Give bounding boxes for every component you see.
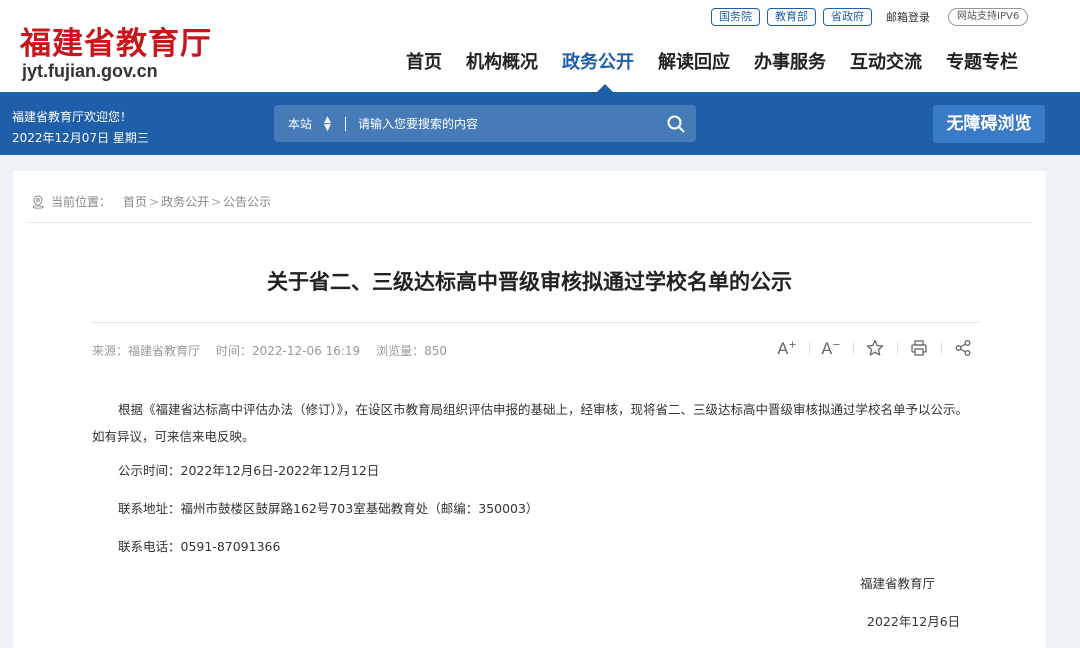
share-icon (955, 340, 971, 356)
search-scope-label: 本站 (288, 117, 313, 131)
nav-topics[interactable]: 专题专栏 (946, 48, 1018, 74)
search-divider (344, 116, 346, 131)
breadcrumb-announcements[interactable]: 公告公示 (223, 193, 271, 210)
favorite-button[interactable] (853, 337, 897, 359)
current-date: 2022年12月07日 星期三 (12, 131, 149, 145)
article-sign-date: 2022年12月6日 (867, 614, 961, 629)
link-province-gov[interactable]: 省政府 (823, 8, 872, 26)
font-decrease-icon: A− (821, 338, 841, 358)
nav-about[interactable]: 机构概况 (466, 48, 538, 74)
search-box: 本站 ▲ ▼ (274, 105, 696, 142)
search-icon (667, 115, 685, 132)
nav-gov-affairs[interactable]: 政务公开 (562, 48, 634, 74)
link-state-council[interactable]: 国务院 (711, 8, 760, 26)
breadcrumb-separator: > (211, 194, 222, 209)
font-increase-button[interactable]: A+ (765, 337, 809, 359)
article-title: 关于省二、三级达标高中晋级审核拟通过学校名单的公示 (267, 270, 792, 294)
mail-login-link[interactable]: 邮箱登录 (886, 9, 930, 25)
article-time: 时间：2022-12-06 16:19 (216, 344, 361, 358)
article-toolbar: A+ A− (765, 337, 985, 359)
breadcrumb-gov-affairs[interactable]: 政务公开 (161, 193, 209, 210)
article-views: 浏览量：850 (376, 344, 448, 358)
site-logo-domain[interactable]: jyt.fujian.gov.cn (22, 61, 158, 82)
font-decrease-button[interactable]: A− (809, 337, 853, 359)
search-scope-select[interactable]: 本站 ▲ ▼ (288, 115, 331, 132)
breadcrumb: 当前位置： 首页 > 政务公开 > 公告公示 (31, 193, 271, 210)
nav-home[interactable]: 首页 (406, 48, 442, 74)
sort-arrows-icon: ▲ ▼ (324, 114, 331, 133)
article-panel: 当前位置： 首页 > 政务公开 > 公告公示 关于省二、三级达标高中晋级审核拟通… (13, 171, 1046, 648)
link-ministry-education[interactable]: 教育部 (767, 8, 816, 26)
nav-interpretation[interactable]: 解读回应 (658, 48, 730, 74)
article-source: 来源：福建省教育厅 (92, 344, 201, 358)
breadcrumb-label: 当前位置： (51, 195, 112, 209)
nav-services[interactable]: 办事服务 (754, 48, 826, 74)
main-nav: 首页 机构概况 政务公开 解读回应 办事服务 互动交流 专题专栏 (406, 48, 1042, 74)
print-button[interactable] (897, 337, 941, 359)
search-input[interactable] (357, 116, 656, 131)
search-button[interactable] (656, 105, 696, 142)
ipv6-badge: 网站支持IPV6 (948, 8, 1029, 26)
star-icon (866, 339, 884, 356)
article-paragraph: 根据《福建省达标高中评估办法（修订）》，在设区市教育局组织评估申报的基础上，经审… (92, 402, 969, 444)
article-meta: 来源：福建省教育厅 时间：2022-12-06 16:19 浏览量：850 (92, 342, 463, 359)
location-pin-icon (32, 194, 44, 209)
font-increase-icon: A+ (777, 338, 797, 358)
article-paragraph: 联系地址：福州市鼓楼区鼓屏路162号703室基础教育处（邮编：350003） (118, 501, 539, 516)
article-paragraph: 联系电话：0591-87091366 (118, 539, 281, 554)
title-divider (91, 322, 979, 323)
breadcrumb-divider (28, 222, 1031, 223)
top-links: 国务院 教育部 省政府 邮箱登录 网站支持IPV6 (711, 8, 1029, 26)
print-icon (911, 340, 927, 356)
welcome-text: 福建省教育厅欢迎您！ (12, 110, 133, 124)
site-header: 福建省教育厅 jyt.fujian.gov.cn 国务院 教育部 省政府 邮箱登… (0, 0, 1080, 92)
article-signature: 福建省教育厅 (860, 576, 936, 591)
share-button[interactable] (941, 337, 985, 359)
nav-active-caret-icon (597, 84, 613, 92)
breadcrumb-home[interactable]: 首页 (123, 193, 147, 210)
nav-interaction[interactable]: 互动交流 (850, 48, 922, 74)
welcome-bar: 福建省教育厅欢迎您！ 2022年12月07日 星期三 本站 ▲▼ 无障碍浏览 (0, 92, 1080, 155)
accessibility-button[interactable]: 无障碍浏览 (933, 105, 1045, 143)
article-paragraph: 公示时间：2022年12月6日-2022年12月12日 (118, 463, 380, 478)
site-logo-cn[interactable]: 福建省教育厅 (20, 18, 212, 63)
breadcrumb-separator: > (149, 194, 160, 209)
